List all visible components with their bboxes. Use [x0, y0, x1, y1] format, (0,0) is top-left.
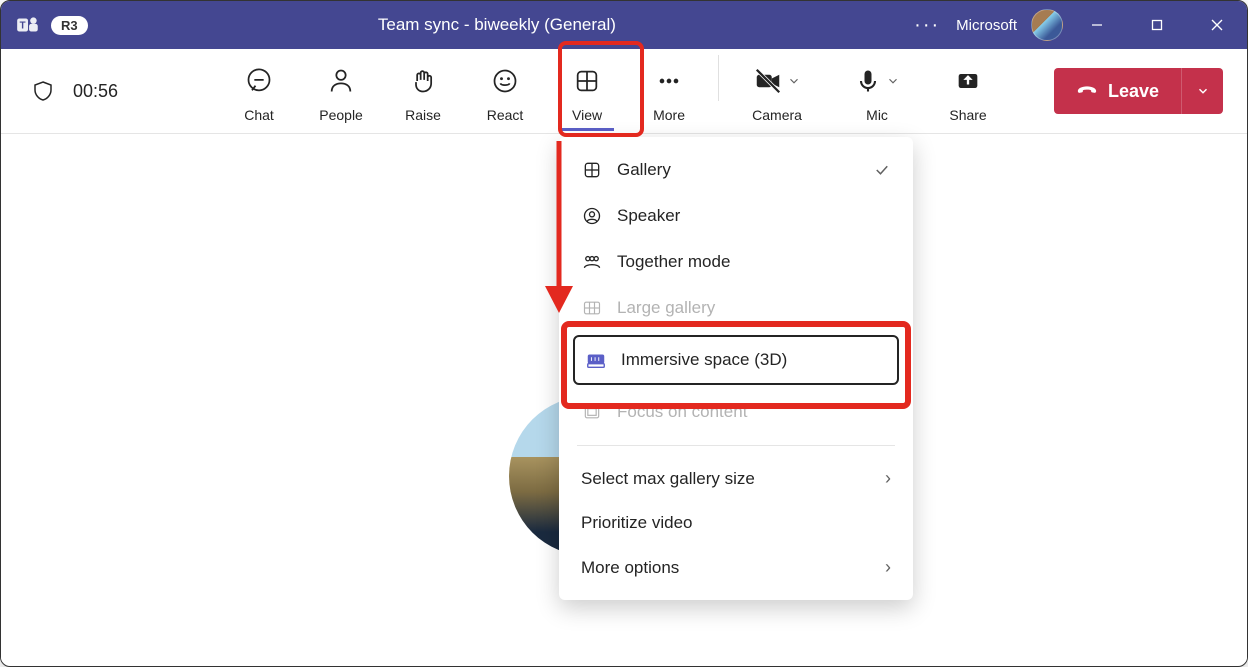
check-icon [873, 161, 891, 179]
chat-button[interactable]: Chat [218, 55, 300, 127]
window-maximize-button[interactable] [1131, 1, 1183, 49]
chevron-down-icon[interactable] [886, 74, 900, 88]
gallery-icon [581, 159, 603, 181]
meeting-toolbar: 00:56 Chat People [1, 49, 1247, 134]
menu-item-more-options[interactable]: More options › [559, 545, 913, 590]
mic-label: Mic [866, 107, 888, 123]
chat-icon [245, 67, 273, 95]
react-button[interactable]: React [464, 55, 546, 127]
user-avatar[interactable] [1031, 9, 1063, 41]
gallery-label: Gallery [617, 160, 671, 180]
menu-item-gallery[interactable]: Gallery [559, 147, 913, 193]
mic-button[interactable]: Mic [827, 55, 927, 127]
speaker-icon [581, 205, 603, 227]
toolbar-separator [718, 55, 719, 101]
camera-label: Camera [752, 107, 802, 123]
together-label: Together mode [617, 252, 730, 272]
view-label: View [572, 107, 602, 123]
prioritize-label: Prioritize video [581, 513, 693, 533]
immersive-space-icon [585, 349, 607, 371]
together-mode-icon [581, 251, 603, 273]
mic-icon [854, 67, 882, 95]
large-gallery-label: Large gallery [617, 298, 715, 318]
people-icon [327, 67, 355, 95]
menu-item-focus-content: Focus on content [559, 389, 913, 435]
raise-label: Raise [405, 107, 441, 123]
window-minimize-button[interactable] [1071, 1, 1123, 49]
more-icon [655, 67, 683, 95]
account-label[interactable]: Microsoft [956, 17, 1023, 34]
leave-label: Leave [1108, 81, 1159, 102]
more-button[interactable]: More [628, 55, 710, 127]
view-dropdown-menu: Gallery Speaker Together mode Large gall… [559, 137, 913, 600]
immersive-label: Immersive space (3D) [621, 350, 787, 370]
share-button[interactable]: Share [927, 55, 1009, 127]
menu-item-large-gallery: Large gallery [559, 285, 913, 331]
share-label: Share [949, 107, 986, 123]
leave-button[interactable]: Leave [1054, 68, 1181, 114]
teams-logo-icon: T [15, 12, 41, 38]
share-icon [954, 67, 982, 95]
react-label: React [487, 107, 524, 123]
raise-hand-button[interactable]: Raise [382, 55, 464, 127]
react-icon [491, 67, 519, 95]
window-close-button[interactable] [1191, 1, 1243, 49]
view-active-underline [560, 128, 614, 131]
focus-label: Focus on content [617, 402, 747, 422]
menu-item-prioritize-video[interactable]: Prioritize video [559, 501, 913, 545]
menu-item-together-mode[interactable]: Together mode [559, 239, 913, 285]
camera-off-icon [753, 66, 783, 96]
more-menu-icon[interactable]: ··· [906, 14, 948, 37]
chevron-down-icon[interactable] [787, 74, 801, 88]
leave-button-group: Leave [1054, 68, 1223, 114]
hangup-icon [1076, 80, 1098, 102]
call-timer: 00:56 [73, 81, 118, 102]
focus-icon [581, 401, 603, 423]
more-options-label: More options [581, 558, 679, 578]
shield-icon[interactable] [31, 79, 55, 103]
people-button[interactable]: People [300, 55, 382, 127]
more-label: More [653, 107, 685, 123]
svg-text:T: T [20, 20, 26, 31]
menu-item-immersive-space[interactable]: Immersive space (3D) [573, 335, 899, 385]
large-gallery-icon [581, 297, 603, 319]
view-icon [573, 67, 601, 95]
chevron-right-icon: › [885, 468, 891, 489]
chevron-right-icon: › [885, 557, 891, 578]
menu-item-speaker[interactable]: Speaker [559, 193, 913, 239]
camera-button[interactable]: Camera [727, 55, 827, 127]
leave-dropdown-button[interactable] [1181, 68, 1223, 114]
titlebar: T R3 Team sync - biweekly (General) ··· … [1, 1, 1247, 49]
chat-label: Chat [244, 107, 274, 123]
menu-divider [577, 445, 895, 446]
meeting-title: Team sync - biweekly (General) [88, 15, 907, 35]
raise-hand-icon [409, 67, 437, 95]
select-max-label: Select max gallery size [581, 469, 755, 489]
menu-item-select-max-gallery[interactable]: Select max gallery size › [559, 456, 913, 501]
view-button[interactable]: View [546, 55, 628, 127]
people-label: People [319, 107, 363, 123]
ring-badge: R3 [51, 16, 88, 35]
speaker-label: Speaker [617, 206, 680, 226]
